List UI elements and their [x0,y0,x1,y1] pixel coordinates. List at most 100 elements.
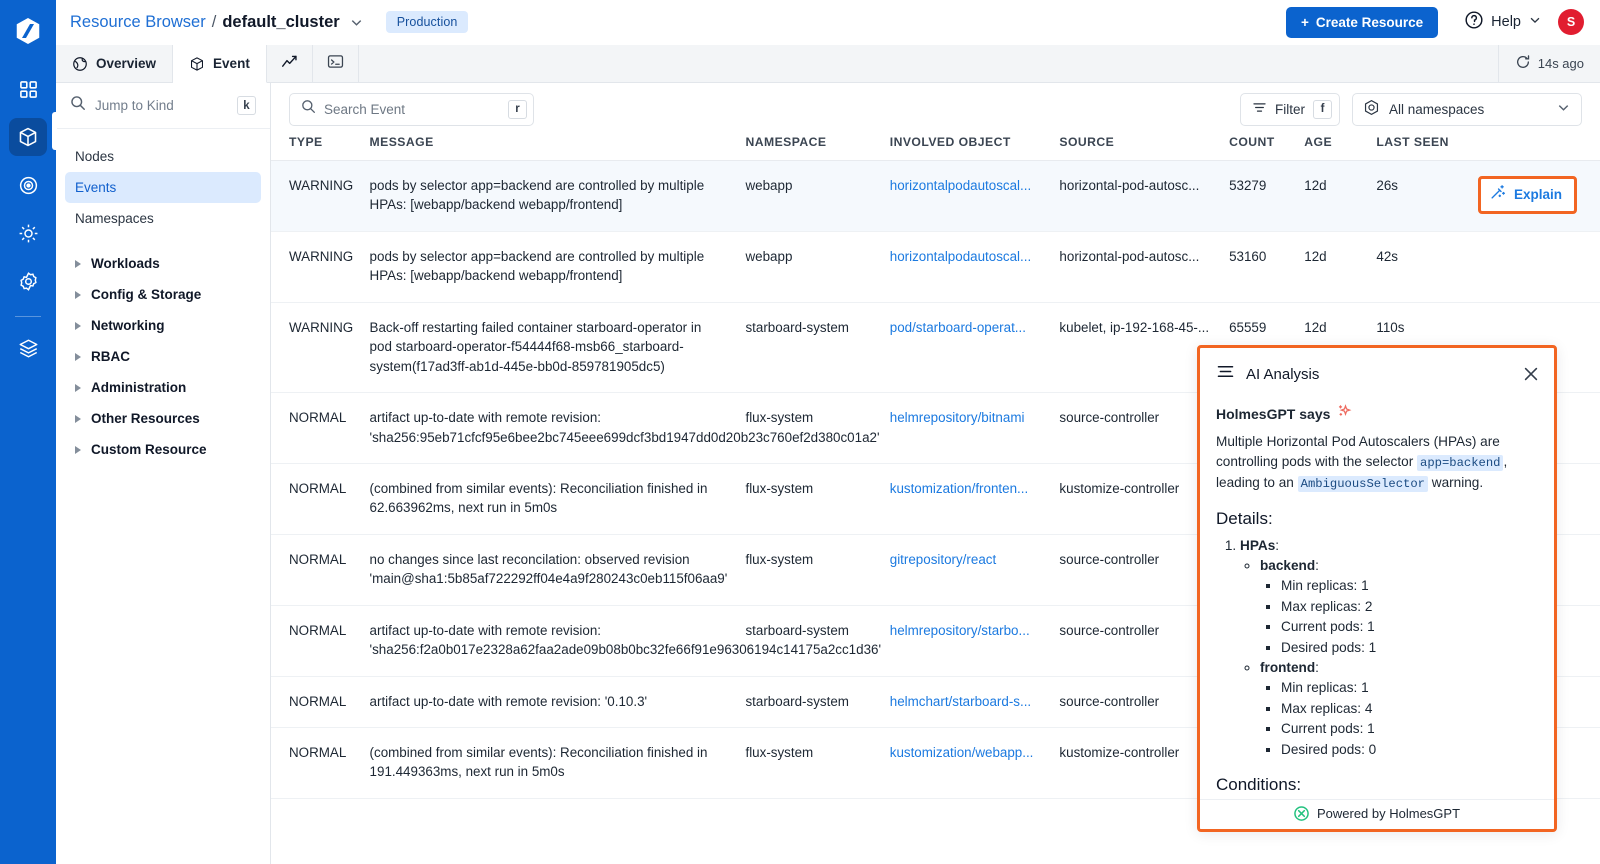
involved-object-link[interactable]: helmrepository/starbo... [890,621,1060,640]
sidebar-item-label: RBAC [91,349,130,364]
sidebar-item-label: Events [75,180,117,195]
ai-panel-body: HolmesGPT says Multiple Horizontal Pod A… [1200,394,1554,799]
rail-item-operations[interactable] [9,214,47,252]
cell-message: artifact up-to-date with remote revision… [369,605,881,677]
source-text: horizontal-pod-autosc... [1059,178,1200,193]
ai-hpas-label: HPAs [1240,537,1276,553]
help-menu[interactable]: Help [1464,10,1542,35]
involved-object-link[interactable]: horizontalpodautoscal... [890,176,1060,195]
tab-overview[interactable]: Overview [56,45,174,82]
rail-item-dashboard[interactable] [9,70,47,108]
app-root: Resource Browser / default_cluster Produ… [0,0,1600,864]
jump-to-kind-placeholder: Jump to Kind [95,98,174,113]
involved-object-link[interactable]: gitrepository/react [890,550,1060,569]
table-header-row: TYPE MESSAGE NAMESPACE INVOLVED OBJECT S… [271,135,1600,161]
cell-count: 53160 [1229,231,1305,303]
involved-object-link[interactable]: pod/starboard-operat... [890,318,1060,337]
ai-hpa-frontend: frontend: Min replicas: 1 Max replicas: … [1260,658,1538,760]
cell-actions [1478,231,1600,303]
globe-icon [72,56,88,72]
filter-button[interactable]: Filter f [1240,92,1340,126]
column-header-involved-object[interactable]: INVOLVED OBJECT [889,135,1060,161]
sidebar-item-other-resources[interactable]: Other Resources [65,403,261,434]
cell-involved-object[interactable]: helmchart/starboard-s... [889,676,1060,729]
kind-list: Nodes Events Namespaces Workloads Config… [56,129,270,465]
left-icon-rail [0,0,56,864]
sidebar-item-namespaces[interactable]: Namespaces [65,203,261,234]
column-header-actions [1478,135,1600,161]
cell-type: NORMAL [271,463,370,535]
involved-object-link[interactable]: kustomization/webapp... [890,743,1060,762]
cell-involved-object[interactable]: horizontalpodautoscal... [889,160,1060,232]
sidebar-item-custom-resource[interactable]: Custom Resource [65,434,261,465]
involved-object-link[interactable]: helmrepository/bitnami [890,408,1060,427]
sidebar-item-networking[interactable]: Networking [65,310,261,341]
rail-item-layers[interactable] [9,329,47,367]
table-row[interactable]: WARNING pods by selector app=backend are… [271,231,1600,303]
cell-involved-object[interactable]: gitrepository/react [889,534,1060,606]
cell-type: WARNING [271,160,370,232]
column-header-message[interactable]: MESSAGE [369,135,746,161]
namespace-select[interactable]: All namespaces [1352,92,1582,126]
cluster-chevron-down-icon[interactable] [349,15,364,30]
gear-sun-icon [18,223,39,244]
explain-button[interactable]: Explain [1478,176,1578,214]
cell-involved-object[interactable]: kustomization/fronten... [889,463,1060,535]
avatar[interactable]: S [1558,9,1584,35]
cell-involved-object[interactable]: helmrepository/starbo... [889,605,1060,677]
cell-actions: Explain [1478,160,1600,232]
ai-metric: Current pods: 1 [1281,617,1538,637]
ai-metric: Min replicas: 1 [1281,576,1538,596]
column-header-count[interactable]: COUNT [1229,135,1305,161]
ai-footer-label: Powered by HolmesGPT [1316,806,1461,821]
sidebar-item-nodes[interactable]: Nodes [65,141,261,172]
environment-badge: Production [385,11,469,33]
list-icon[interactable] [1216,362,1235,386]
cell-involved-object[interactable]: horizontalpodautoscal... [889,231,1060,303]
ai-conditions-heading: Conditions: [1216,774,1302,794]
cell-age: 12d [1304,231,1377,303]
column-header-age[interactable]: AGE [1304,135,1377,161]
cell-type: NORMAL [271,676,370,729]
sidebar-item-rbac[interactable]: RBAC [65,341,261,372]
refresh-control[interactable]: 14s ago [1499,45,1600,82]
sidebar-item-administration[interactable]: Administration [65,372,261,403]
tab-terminal[interactable] [313,45,359,82]
breadcrumb-root[interactable]: Resource Browser [70,13,206,32]
tab-metrics[interactable] [267,45,313,82]
filter-shortcut: f [1313,99,1332,119]
sidebar-item-label: Workloads [91,256,160,271]
cell-source: horizontal-pod-autosc... [1059,231,1230,303]
chevron-right-icon [75,290,81,299]
search-input[interactable]: Search Event r [289,92,534,126]
involved-object-link[interactable]: kustomization/fronten... [890,479,1060,498]
involved-object-link[interactable]: helmchart/starboard-s... [890,692,1060,711]
cell-involved-object[interactable]: pod/starboard-operat... [889,302,1060,394]
cell-type: NORMAL [271,727,370,799]
cell-involved-object[interactable]: helmrepository/bitnami [889,392,1060,464]
jump-to-kind-input[interactable]: Jump to Kind k [56,83,270,129]
cell-involved-object[interactable]: kustomization/webapp... [889,727,1060,799]
table-row[interactable]: WARNING pods by selector app=backend are… [271,160,1600,232]
namespace-value: All namespaces [1389,101,1485,117]
rail-item-resources[interactable] [9,118,47,156]
create-resource-button[interactable]: + Create Resource [1285,6,1439,38]
sidebar-item-workloads[interactable]: Workloads [65,248,261,279]
tab-strip-spacer [359,45,1499,82]
column-header-type[interactable]: TYPE [271,135,370,161]
rail-item-targets[interactable] [9,166,47,204]
rail-item-settings[interactable] [9,262,47,300]
cell-age: 12d [1304,160,1377,232]
events-table-head: TYPE MESSAGE NAMESPACE INVOLVED OBJECT S… [271,135,1600,161]
involved-object-link[interactable]: horizontalpodautoscal... [890,247,1060,266]
ai-summary-part3: warning. [1427,474,1484,490]
close-icon[interactable] [1522,365,1540,383]
cell-namespace: flux-system [745,392,890,464]
plus-icon: + [1300,14,1309,30]
column-header-source[interactable]: SOURCE [1059,135,1230,161]
tab-event[interactable]: Event [173,45,267,83]
sidebar-item-events[interactable]: Events [65,172,261,203]
column-header-last-seen[interactable]: LAST SEEN [1376,135,1478,161]
sidebar-item-config-storage[interactable]: Config & Storage [65,279,261,310]
column-header-namespace[interactable]: NAMESPACE [745,135,890,161]
